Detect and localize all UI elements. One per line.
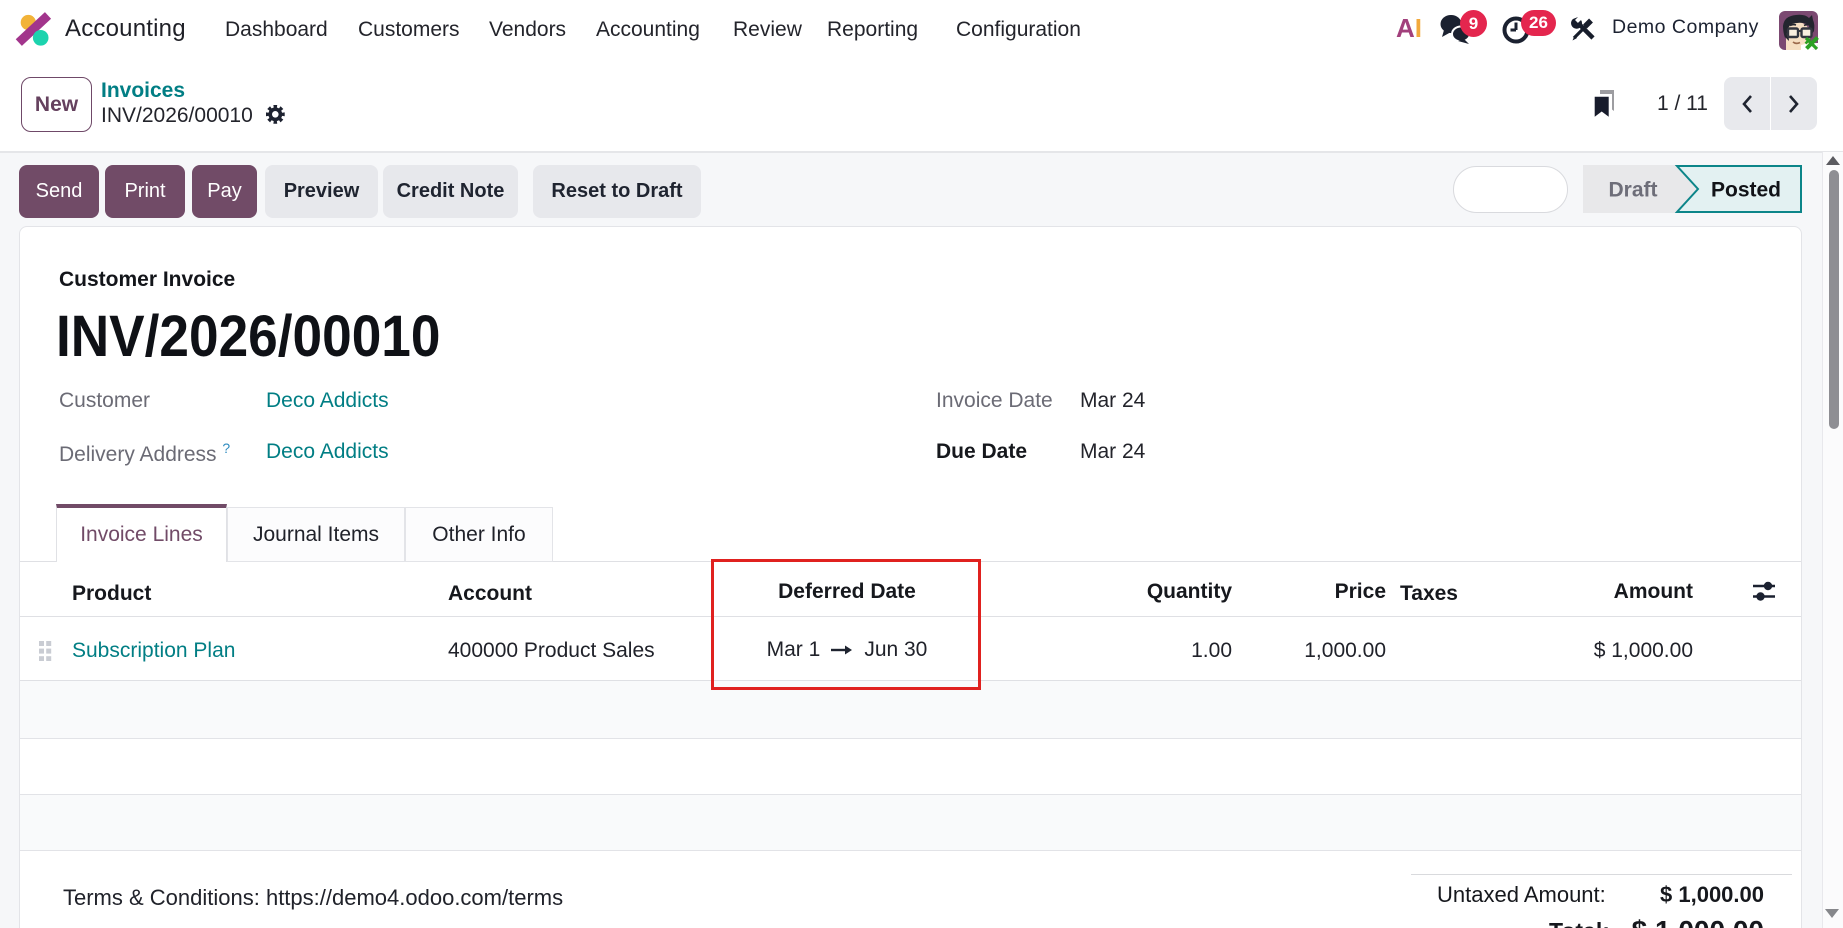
svg-text:Posted: Posted <box>1711 179 1781 202</box>
svg-text:Draft: Draft <box>1608 179 1657 202</box>
